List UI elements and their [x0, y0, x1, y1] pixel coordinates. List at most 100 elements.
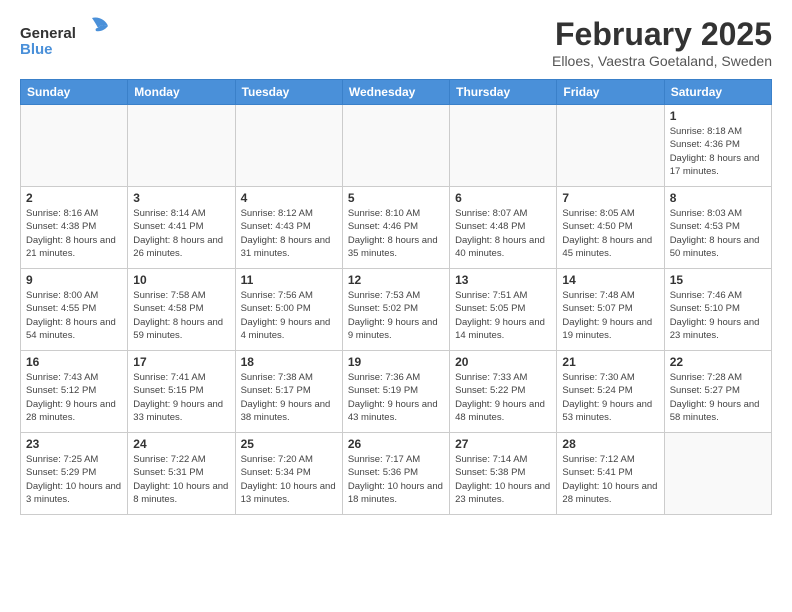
calendar-cell: 26 Sunrise: 7:17 AM Sunset: 5:36 PM Dayli… [342, 433, 449, 515]
day-number: 3 [133, 191, 229, 205]
day-number: 24 [133, 437, 229, 451]
logo: General Blue [20, 16, 110, 65]
week-row-1: 2 Sunrise: 8:16 AM Sunset: 4:38 PM Daylig… [21, 187, 772, 269]
day-info: Sunrise: 8:05 AM Sunset: 4:50 PM Dayligh… [562, 207, 658, 260]
calendar-cell: 16Sunrise: 7:43 AM Sunset: 5:12 PM Dayli… [21, 351, 128, 433]
calendar-cell: 13Sunrise: 7:51 AM Sunset: 5:05 PM Dayli… [450, 269, 557, 351]
svg-text:Blue: Blue [20, 41, 53, 58]
calendar-cell: 2 Sunrise: 8:16 AM Sunset: 4:38 PM Daylig… [21, 187, 128, 269]
day-info: Sunrise: 8:12 AM Sunset: 4:43 PM Dayligh… [241, 207, 337, 260]
day-number: 11 [241, 273, 337, 287]
day-info: Sunrise: 7:14 AM Sunset: 5:38 PM Dayligh… [455, 453, 551, 506]
day-info: Sunrise: 8:03 AM Sunset: 4:53 PM Dayligh… [670, 207, 766, 260]
calendar-cell: 5 Sunrise: 8:10 AM Sunset: 4:46 PM Daylig… [342, 187, 449, 269]
day-number: 13 [455, 273, 551, 287]
day-number: 2 [26, 191, 122, 205]
day-number: 10 [133, 273, 229, 287]
calendar-cell [128, 105, 235, 187]
day-number: 15 [670, 273, 766, 287]
calendar-cell: 7 Sunrise: 8:05 AM Sunset: 4:50 PM Daylig… [557, 187, 664, 269]
day-number: 19 [348, 355, 444, 369]
calendar-cell: 27 Sunrise: 7:14 AM Sunset: 5:38 PM Dayli… [450, 433, 557, 515]
logo-text: General Blue [20, 16, 110, 65]
day-number: 22 [670, 355, 766, 369]
day-info: Sunrise: 7:33 AM Sunset: 5:22 PM Dayligh… [455, 371, 551, 424]
calendar-cell [664, 433, 771, 515]
calendar-cell: 25Sunrise: 7:20 AM Sunset: 5:34 PM Dayli… [235, 433, 342, 515]
svg-text:General: General [20, 25, 76, 42]
calendar-cell: 4Sunrise: 8:12 AM Sunset: 4:43 PM Daylig… [235, 187, 342, 269]
day-number: 12 [348, 273, 444, 287]
calendar-cell: 8 Sunrise: 8:03 AM Sunset: 4:53 PM Daylig… [664, 187, 771, 269]
calendar-cell: 22 Sunrise: 7:28 AM Sunset: 5:27 PM Dayli… [664, 351, 771, 433]
calendar-cell [235, 105, 342, 187]
calendar-cell: 10 Sunrise: 7:58 AM Sunset: 4:58 PM Dayli… [128, 269, 235, 351]
day-number: 6 [455, 191, 551, 205]
header-tuesday: Tuesday [235, 80, 342, 105]
calendar-cell: 18Sunrise: 7:38 AM Sunset: 5:17 PM Dayli… [235, 351, 342, 433]
day-number: 27 [455, 437, 551, 451]
calendar-cell [557, 105, 664, 187]
day-info: Sunrise: 7:58 AM Sunset: 4:58 PM Dayligh… [133, 289, 229, 342]
day-info: Sunrise: 7:53 AM Sunset: 5:02 PM Dayligh… [348, 289, 444, 342]
day-number: 17 [133, 355, 229, 369]
calendar-cell: 3 Sunrise: 8:14 AM Sunset: 4:41 PM Daylig… [128, 187, 235, 269]
day-info: Sunrise: 8:00 AM Sunset: 4:55 PM Dayligh… [26, 289, 122, 342]
calendar-cell: 20 Sunrise: 7:33 AM Sunset: 5:22 PM Dayli… [450, 351, 557, 433]
header: General Blue February 2025 Elloes, Vaest… [20, 16, 772, 69]
calendar-cell: 1 Sunrise: 8:18 AM Sunset: 4:36 PM Daylig… [664, 105, 771, 187]
day-info: Sunrise: 7:41 AM Sunset: 5:15 PM Dayligh… [133, 371, 229, 424]
day-info: Sunrise: 7:56 AM Sunset: 5:00 PM Dayligh… [241, 289, 337, 342]
day-number: 18 [241, 355, 337, 369]
day-info: Sunrise: 7:25 AM Sunset: 5:29 PM Dayligh… [26, 453, 122, 506]
calendar-cell [21, 105, 128, 187]
day-info: Sunrise: 7:30 AM Sunset: 5:24 PM Dayligh… [562, 371, 658, 424]
day-info: Sunrise: 8:14 AM Sunset: 4:41 PM Dayligh… [133, 207, 229, 260]
calendar-cell: 21 Sunrise: 7:30 AM Sunset: 5:24 PM Dayli… [557, 351, 664, 433]
header-saturday: Saturday [664, 80, 771, 105]
calendar-cell: 14Sunrise: 7:48 AM Sunset: 5:07 PM Dayli… [557, 269, 664, 351]
day-info: Sunrise: 8:07 AM Sunset: 4:48 PM Dayligh… [455, 207, 551, 260]
calendar-cell [450, 105, 557, 187]
day-number: 7 [562, 191, 658, 205]
week-row-4: 23 Sunrise: 7:25 AM Sunset: 5:29 PM Dayli… [21, 433, 772, 515]
location: Elloes, Vaestra Goetaland, Sweden [552, 53, 772, 69]
day-info: Sunrise: 8:16 AM Sunset: 4:38 PM Dayligh… [26, 207, 122, 260]
calendar-cell: 12 Sunrise: 7:53 AM Sunset: 5:02 PM Dayli… [342, 269, 449, 351]
header-friday: Friday [557, 80, 664, 105]
calendar-cell: 9Sunrise: 8:00 AM Sunset: 4:55 PM Daylig… [21, 269, 128, 351]
day-info: Sunrise: 7:12 AM Sunset: 5:41 PM Dayligh… [562, 453, 658, 506]
calendar-cell: 17 Sunrise: 7:41 AM Sunset: 5:15 PM Dayli… [128, 351, 235, 433]
day-number: 8 [670, 191, 766, 205]
weekday-header-row: Sunday Monday Tuesday Wednesday Thursday… [21, 80, 772, 105]
day-info: Sunrise: 7:28 AM Sunset: 5:27 PM Dayligh… [670, 371, 766, 424]
day-info: Sunrise: 7:43 AM Sunset: 5:12 PM Dayligh… [26, 371, 122, 424]
day-info: Sunrise: 7:36 AM Sunset: 5:19 PM Dayligh… [348, 371, 444, 424]
calendar-cell: 11 Sunrise: 7:56 AM Sunset: 5:00 PM Dayli… [235, 269, 342, 351]
day-number: 1 [670, 109, 766, 123]
day-number: 26 [348, 437, 444, 451]
day-number: 5 [348, 191, 444, 205]
day-number: 28 [562, 437, 658, 451]
month-title: February 2025 [552, 16, 772, 53]
page: General Blue February 2025 Elloes, Vaest… [0, 0, 792, 612]
calendar-table: Sunday Monday Tuesday Wednesday Thursday… [20, 79, 772, 515]
day-number: 21 [562, 355, 658, 369]
day-info: Sunrise: 8:10 AM Sunset: 4:46 PM Dayligh… [348, 207, 444, 260]
day-info: Sunrise: 8:18 AM Sunset: 4:36 PM Dayligh… [670, 125, 766, 178]
calendar-cell: 23 Sunrise: 7:25 AM Sunset: 5:29 PM Dayli… [21, 433, 128, 515]
title-block: February 2025 Elloes, Vaestra Goetaland,… [552, 16, 772, 69]
header-sunday: Sunday [21, 80, 128, 105]
calendar-cell [342, 105, 449, 187]
day-info: Sunrise: 7:17 AM Sunset: 5:36 PM Dayligh… [348, 453, 444, 506]
day-number: 25 [241, 437, 337, 451]
calendar-cell: 24 Sunrise: 7:22 AM Sunset: 5:31 PM Dayli… [128, 433, 235, 515]
day-number: 23 [26, 437, 122, 451]
day-number: 20 [455, 355, 551, 369]
day-info: Sunrise: 7:22 AM Sunset: 5:31 PM Dayligh… [133, 453, 229, 506]
calendar-cell: 6 Sunrise: 8:07 AM Sunset: 4:48 PM Daylig… [450, 187, 557, 269]
header-thursday: Thursday [450, 80, 557, 105]
calendar-cell: 15Sunrise: 7:46 AM Sunset: 5:10 PM Dayli… [664, 269, 771, 351]
logo-svg: General Blue [20, 16, 110, 60]
day-number: 14 [562, 273, 658, 287]
